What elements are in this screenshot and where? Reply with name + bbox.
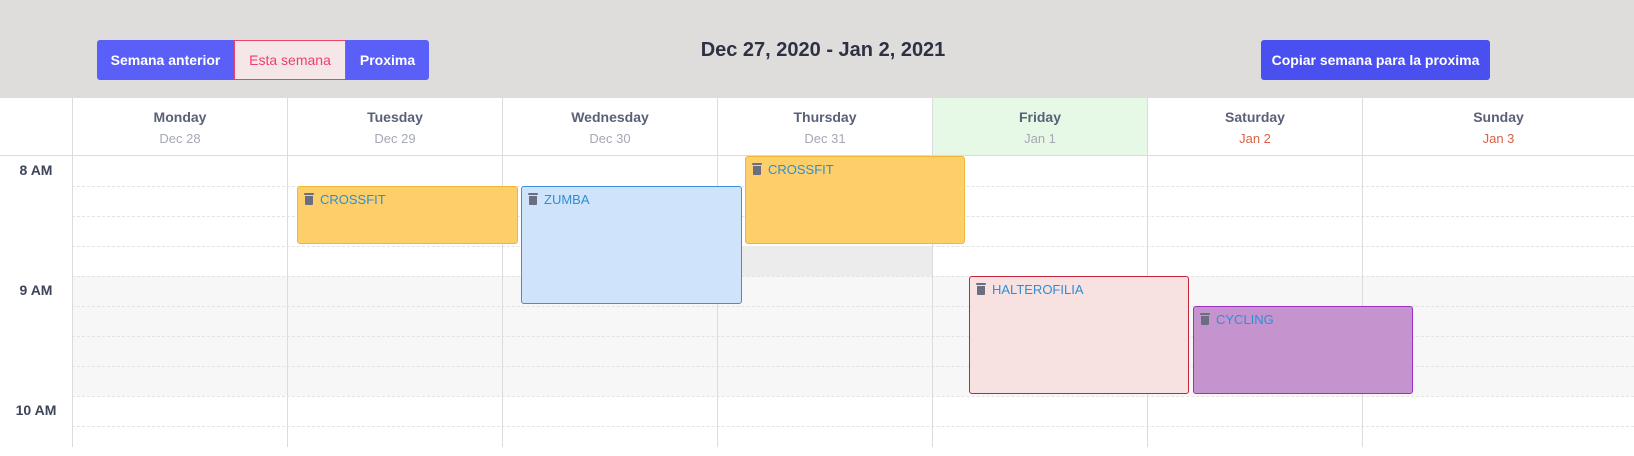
day-header-saturday: Saturday Jan 2 — [1147, 98, 1362, 156]
time-slot[interactable] — [72, 426, 1634, 456]
time-label: 8 AM — [19, 162, 53, 178]
day-date: Dec 31 — [804, 131, 846, 146]
event-title: CROSSFIT — [768, 162, 834, 177]
day-date: Dec 28 — [159, 131, 201, 146]
day-name: Saturday — [1225, 109, 1285, 125]
time-label: 9 AM — [19, 282, 53, 298]
day-header-tuesday: Tuesday Dec 29 — [287, 98, 502, 156]
calendar-toolbar: Semana anterior Esta semana Proxima Dec … — [0, 0, 1634, 98]
copy-week-button[interactable]: Copiar semana para la proxima — [1261, 40, 1490, 80]
trash-icon[interactable] — [752, 163, 762, 175]
event-cycling-saturday[interactable]: CYCLING — [1193, 306, 1413, 394]
week-nav-group: Semana anterior Esta semana Proxima — [97, 40, 429, 80]
day-name: Thursday — [793, 109, 857, 125]
column-divider — [72, 156, 73, 447]
column-divider — [287, 156, 288, 447]
time-grid: 8 AM 9 AM 10 AM CROSSFIT ZUMBA CROSSFIT … — [0, 156, 1634, 447]
day-date: Dec 29 — [374, 131, 416, 146]
day-header-friday: Friday Jan 1 — [932, 98, 1147, 156]
event-title: ZUMBA — [544, 192, 590, 207]
grid-corner — [0, 98, 72, 156]
event-title: CROSSFIT — [320, 192, 386, 207]
day-header-sunday: Sunday Jan 3 — [1362, 98, 1634, 156]
trash-icon[interactable] — [976, 283, 986, 295]
day-date: Jan 3 — [1482, 131, 1515, 146]
day-header-thursday: Thursday Dec 31 — [717, 98, 932, 156]
time-slot[interactable] — [72, 276, 1634, 306]
time-label: 10 AM — [15, 402, 57, 418]
day-date: Jan 1 — [1024, 131, 1056, 146]
event-title: HALTEROFILIA — [992, 282, 1084, 297]
week-grid: Monday Dec 28 Tuesday Dec 29 Wednesday D… — [0, 98, 1634, 447]
this-week-button[interactable]: Esta semana — [234, 40, 346, 80]
trash-icon[interactable] — [528, 193, 538, 205]
unavailable-slot — [717, 246, 932, 276]
event-halterofilia-friday[interactable]: HALTEROFILIA — [969, 276, 1189, 394]
next-week-button[interactable]: Proxima — [346, 40, 429, 80]
day-name: Friday — [1018, 109, 1061, 125]
trash-icon[interactable] — [304, 193, 314, 205]
event-crossfit-thursday[interactable]: CROSSFIT — [745, 156, 965, 244]
day-name: Sunday — [1473, 109, 1524, 125]
event-crossfit-tuesday[interactable]: CROSSFIT — [297, 186, 518, 244]
day-name: Monday — [153, 109, 207, 125]
date-range-title: Dec 27, 2020 - Jan 2, 2021 — [700, 39, 946, 61]
day-name: Wednesday — [571, 109, 649, 125]
trash-icon[interactable] — [1200, 313, 1210, 325]
column-divider — [1362, 156, 1363, 447]
day-header-wednesday: Wednesday Dec 30 — [502, 98, 717, 156]
day-name: Tuesday — [367, 109, 423, 125]
previous-week-button[interactable]: Semana anterior — [97, 40, 234, 80]
event-title: CYCLING — [1216, 312, 1274, 327]
day-header-monday: Monday Dec 28 — [72, 98, 287, 156]
day-date: Dec 30 — [589, 131, 631, 146]
day-date: Jan 2 — [1239, 131, 1271, 146]
event-zumba-wednesday[interactable]: ZUMBA — [521, 186, 742, 304]
time-slot[interactable] — [72, 396, 1634, 426]
